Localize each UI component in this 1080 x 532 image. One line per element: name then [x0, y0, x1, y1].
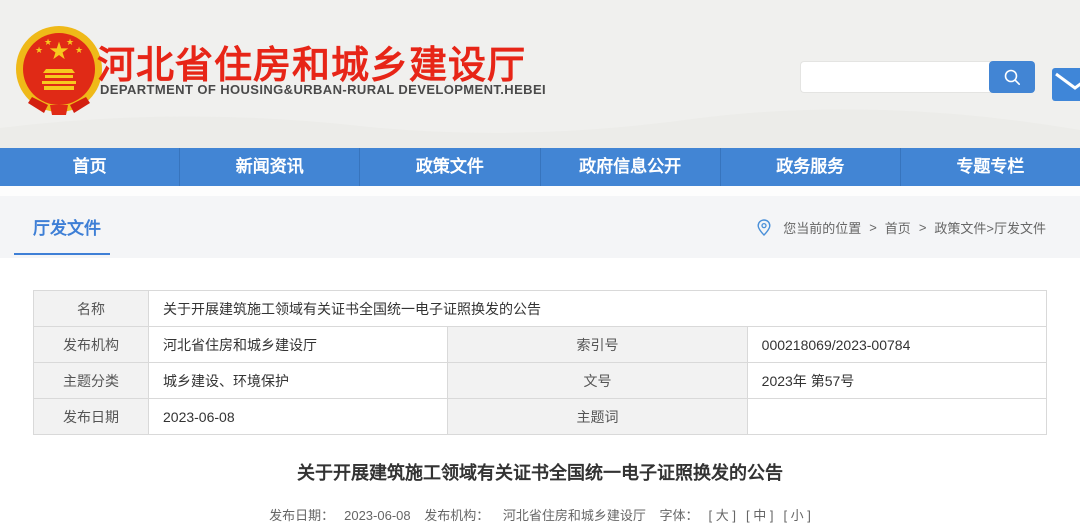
location-pin-icon: [757, 219, 771, 236]
index-number-value: 000218069/2023-00784: [747, 327, 1046, 363]
mountain-watermark: [0, 88, 1080, 148]
article-publish-date-label: 发布日期：: [269, 508, 334, 523]
topic-category-label: 主题分类: [34, 363, 149, 399]
mail-icon[interactable]: [1052, 68, 1080, 101]
breadcrumb-home[interactable]: 首页: [885, 218, 911, 237]
breadcrumb-label: 您当前的位置: [783, 218, 861, 237]
article-meta: 发布日期： 2023-06-08 发布机构： 河北省住房和城乡建设厅 字体： [ 大…: [0, 505, 1080, 524]
font-size-medium-button[interactable]: [ 中 ]: [746, 508, 773, 523]
publisher-label: 发布机构: [34, 327, 149, 363]
publish-date-value: 2023-06-08: [149, 399, 448, 435]
breadcrumb-separator: >: [919, 220, 927, 235]
svg-text:★: ★: [44, 38, 52, 48]
publisher-value: 河北省住房和城乡建设厅: [149, 327, 448, 363]
active-tab-underline: [14, 253, 110, 255]
font-size-label: 字体：: [660, 508, 699, 523]
doc-name-label: 名称: [34, 291, 149, 327]
svg-text:★: ★: [35, 46, 43, 56]
svg-text:★: ★: [75, 46, 83, 56]
breadcrumb: 您当前的位置 > 首页 > 政策文件>厅发文件: [753, 218, 1050, 237]
nav-item-home[interactable]: 首页: [0, 148, 180, 186]
article-publish-date: 2023-06-08: [344, 508, 411, 523]
main-nav: 首页 新闻资讯 政策文件 政府信息公开 政务服务 专题专栏: [0, 148, 1080, 186]
table-row: 名称 关于开展建筑施工领域有关证书全国统一电子证照换发的公告: [34, 291, 1047, 327]
article-title: 关于开展建筑施工领域有关证书全国统一电子证照换发的公告: [0, 459, 1080, 485]
article-publisher-label: 发布机构：: [424, 508, 489, 523]
publish-date-label: 发布日期: [34, 399, 149, 435]
site-title: 河北省住房和城乡建设厅: [97, 34, 526, 89]
font-size-large-button[interactable]: [ 大 ]: [709, 508, 736, 523]
nav-item-news[interactable]: 新闻资讯: [180, 148, 360, 186]
breadcrumb-current[interactable]: 政策文件>厅发文件: [934, 218, 1046, 237]
breadcrumb-separator: >: [869, 220, 877, 235]
nav-item-policy-documents[interactable]: 政策文件: [360, 148, 540, 186]
keywords-label: 主题词: [448, 399, 747, 435]
article-publisher: 河北省住房和城乡建设厅: [503, 508, 646, 523]
table-row: 发布日期 2023-06-08 主题词: [34, 399, 1047, 435]
keywords-value: [747, 399, 1046, 435]
doc-info-table: 名称 关于开展建筑施工领域有关证书全国统一电子证照换发的公告 发布机构 河北省住…: [33, 290, 1047, 435]
index-number-label: 索引号: [448, 327, 747, 363]
doc-number-label: 文号: [448, 363, 747, 399]
font-size-small-button[interactable]: [ 小 ]: [783, 508, 810, 523]
search-input[interactable]: [800, 61, 993, 93]
search-icon: [1003, 68, 1021, 86]
tab-office-documents[interactable]: 厅发文件: [33, 214, 101, 239]
doc-number-value: 2023年 第57号: [747, 363, 1046, 399]
topic-category-value: 城乡建设、环境保护: [149, 363, 448, 399]
nav-item-gov-services[interactable]: 政务服务: [721, 148, 901, 186]
search-button[interactable]: [989, 61, 1035, 93]
site-header: ★ ★ ★ ★ ★ 河北省住房和城乡建设厅 DEPARTMENT OF HOUS…: [0, 0, 1080, 148]
doc-name-value: 关于开展建筑施工领域有关证书全国统一电子证照换发的公告: [149, 291, 1047, 327]
nav-item-gov-info-disclosure[interactable]: 政府信息公开: [541, 148, 721, 186]
nav-item-special-topics[interactable]: 专题专栏: [901, 148, 1080, 186]
section-bar: 厅发文件 您当前的位置 > 首页 > 政策文件>厅发文件: [0, 196, 1080, 258]
nav-gap: [0, 186, 1080, 196]
table-row: 主题分类 城乡建设、环境保护 文号 2023年 第57号: [34, 363, 1047, 399]
search-bar: [800, 61, 1035, 93]
svg-text:★: ★: [66, 38, 74, 48]
national-emblem-icon: ★ ★ ★ ★ ★: [14, 25, 104, 115]
table-row: 发布机构 河北省住房和城乡建设厅 索引号 000218069/2023-0078…: [34, 327, 1047, 363]
site-subtitle: DEPARTMENT OF HOUSING&URBAN-RURAL DEVELO…: [100, 82, 546, 97]
